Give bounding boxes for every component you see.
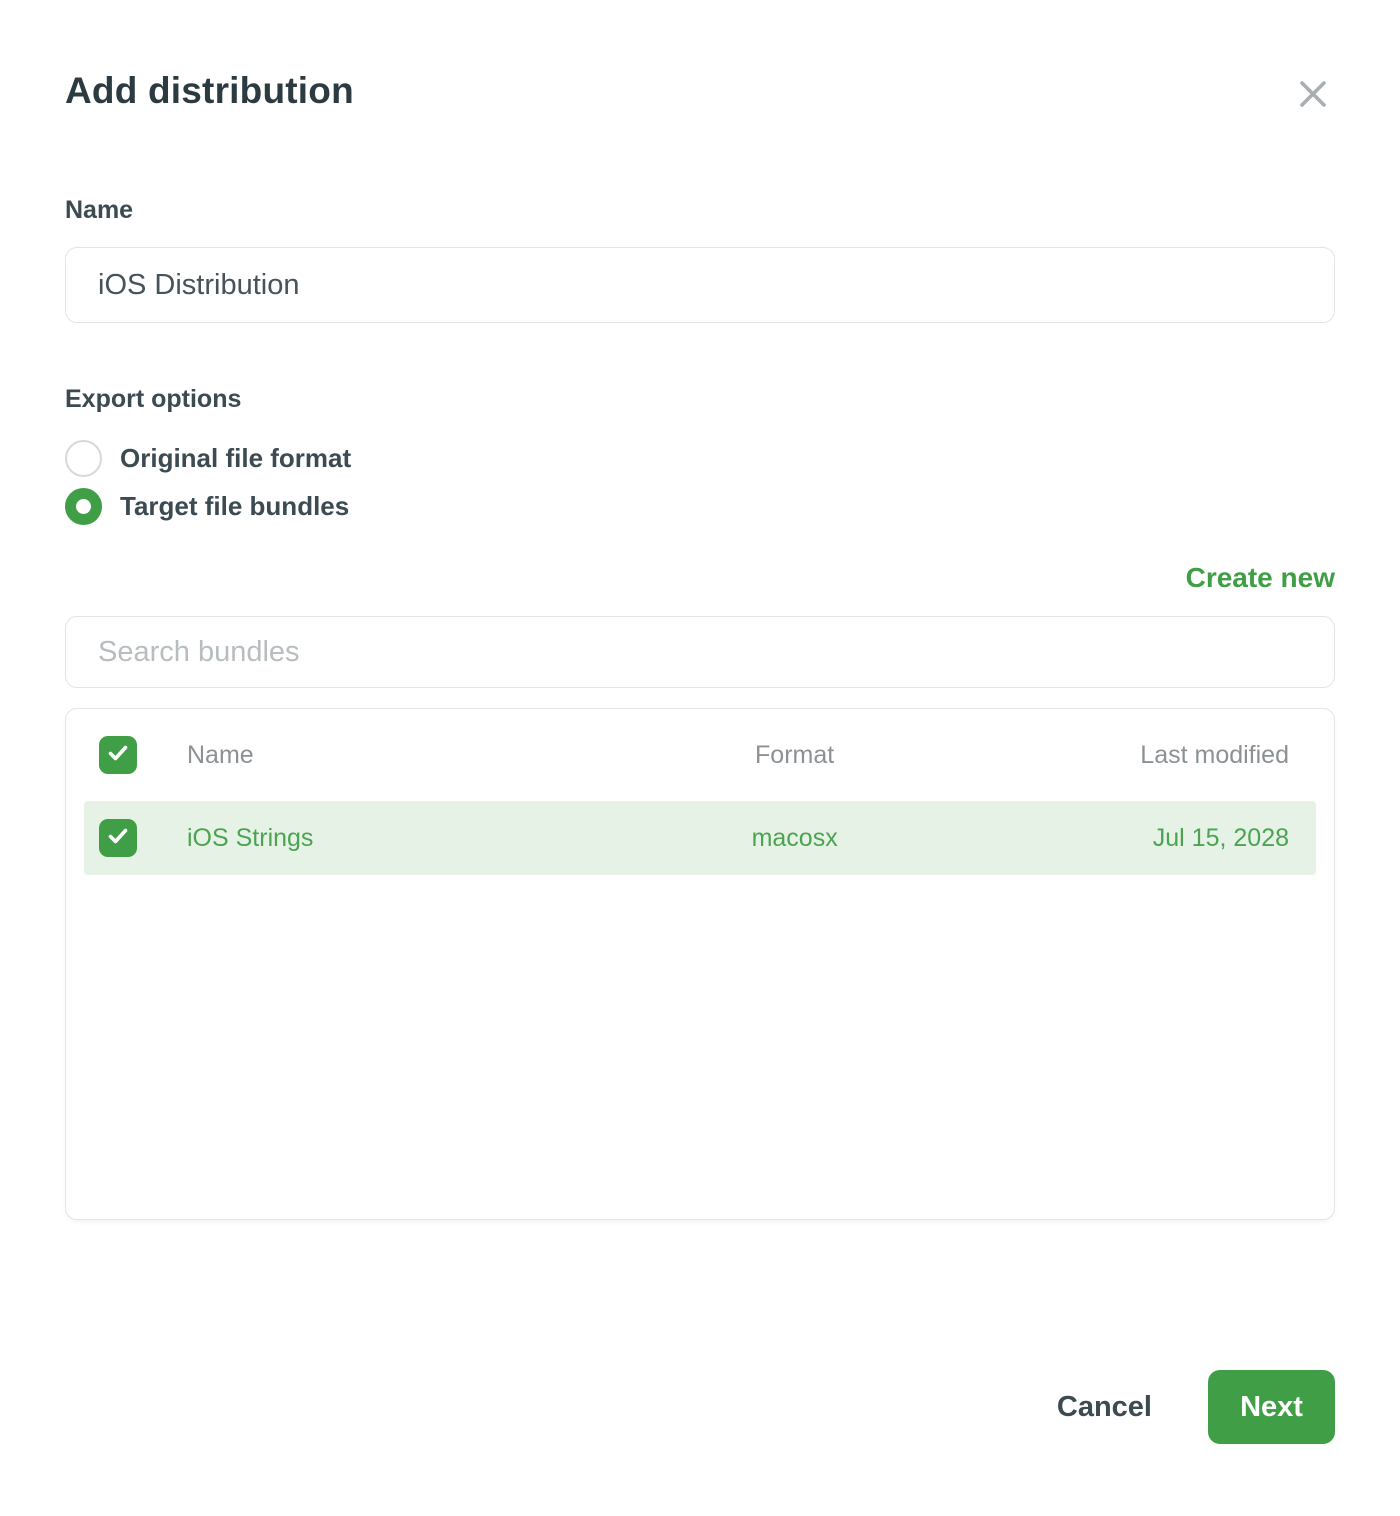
column-header-format: Format — [626, 741, 964, 770]
column-header-last-modified: Last modified — [963, 741, 1301, 770]
radio-label-target-file-bundles: Target file bundles — [120, 491, 349, 522]
dialog-header: Add distribution — [65, 70, 1335, 116]
search-bundles-input[interactable] — [65, 616, 1335, 688]
bundles-table: Name Format Last modified iOS Strings ma… — [65, 708, 1335, 1220]
row-checkbox[interactable] — [99, 819, 137, 857]
select-all-checkbox[interactable] — [99, 736, 137, 774]
radio-label-original-file-format: Original file format — [120, 443, 351, 474]
radio-original-file-format[interactable]: Original file format — [65, 438, 1335, 478]
radio-icon-target-file-bundles[interactable] — [65, 488, 102, 525]
create-new-row: Create new — [65, 562, 1335, 594]
add-distribution-dialog: Add distribution Name Export options Ori… — [0, 0, 1400, 1516]
next-button[interactable]: Next — [1208, 1370, 1335, 1444]
distribution-name-input[interactable] — [65, 247, 1335, 323]
radio-target-file-bundles[interactable]: Target file bundles — [65, 486, 1335, 526]
bundle-format-cell: macosx — [626, 824, 964, 853]
table-header-row: Name Format Last modified — [66, 709, 1334, 801]
export-options-label: Export options — [65, 385, 1335, 414]
page-title: Add distribution — [65, 70, 354, 112]
cancel-button[interactable]: Cancel — [1057, 1391, 1152, 1424]
export-options-radio-group: Original file format Target file bundles — [65, 438, 1335, 526]
create-new-link[interactable]: Create new — [1186, 562, 1335, 594]
radio-icon-original-file-format[interactable] — [65, 440, 102, 477]
header-checkbox-cell — [99, 736, 187, 774]
row-checkbox-cell — [99, 819, 187, 857]
column-header-name: Name — [187, 741, 626, 770]
close-button[interactable] — [1291, 72, 1335, 116]
table-body: iOS Strings macosx Jul 15, 2028 — [66, 801, 1334, 875]
bundle-last-modified-cell: Jul 15, 2028 — [963, 824, 1301, 853]
checkmark-icon — [106, 824, 130, 853]
name-field-label: Name — [65, 196, 1335, 225]
checkmark-icon — [106, 741, 130, 770]
dialog-footer: Cancel Next — [65, 1370, 1335, 1444]
table-row[interactable]: iOS Strings macosx Jul 15, 2028 — [84, 801, 1316, 875]
bundle-name-cell: iOS Strings — [187, 824, 626, 853]
close-icon — [1295, 100, 1331, 115]
